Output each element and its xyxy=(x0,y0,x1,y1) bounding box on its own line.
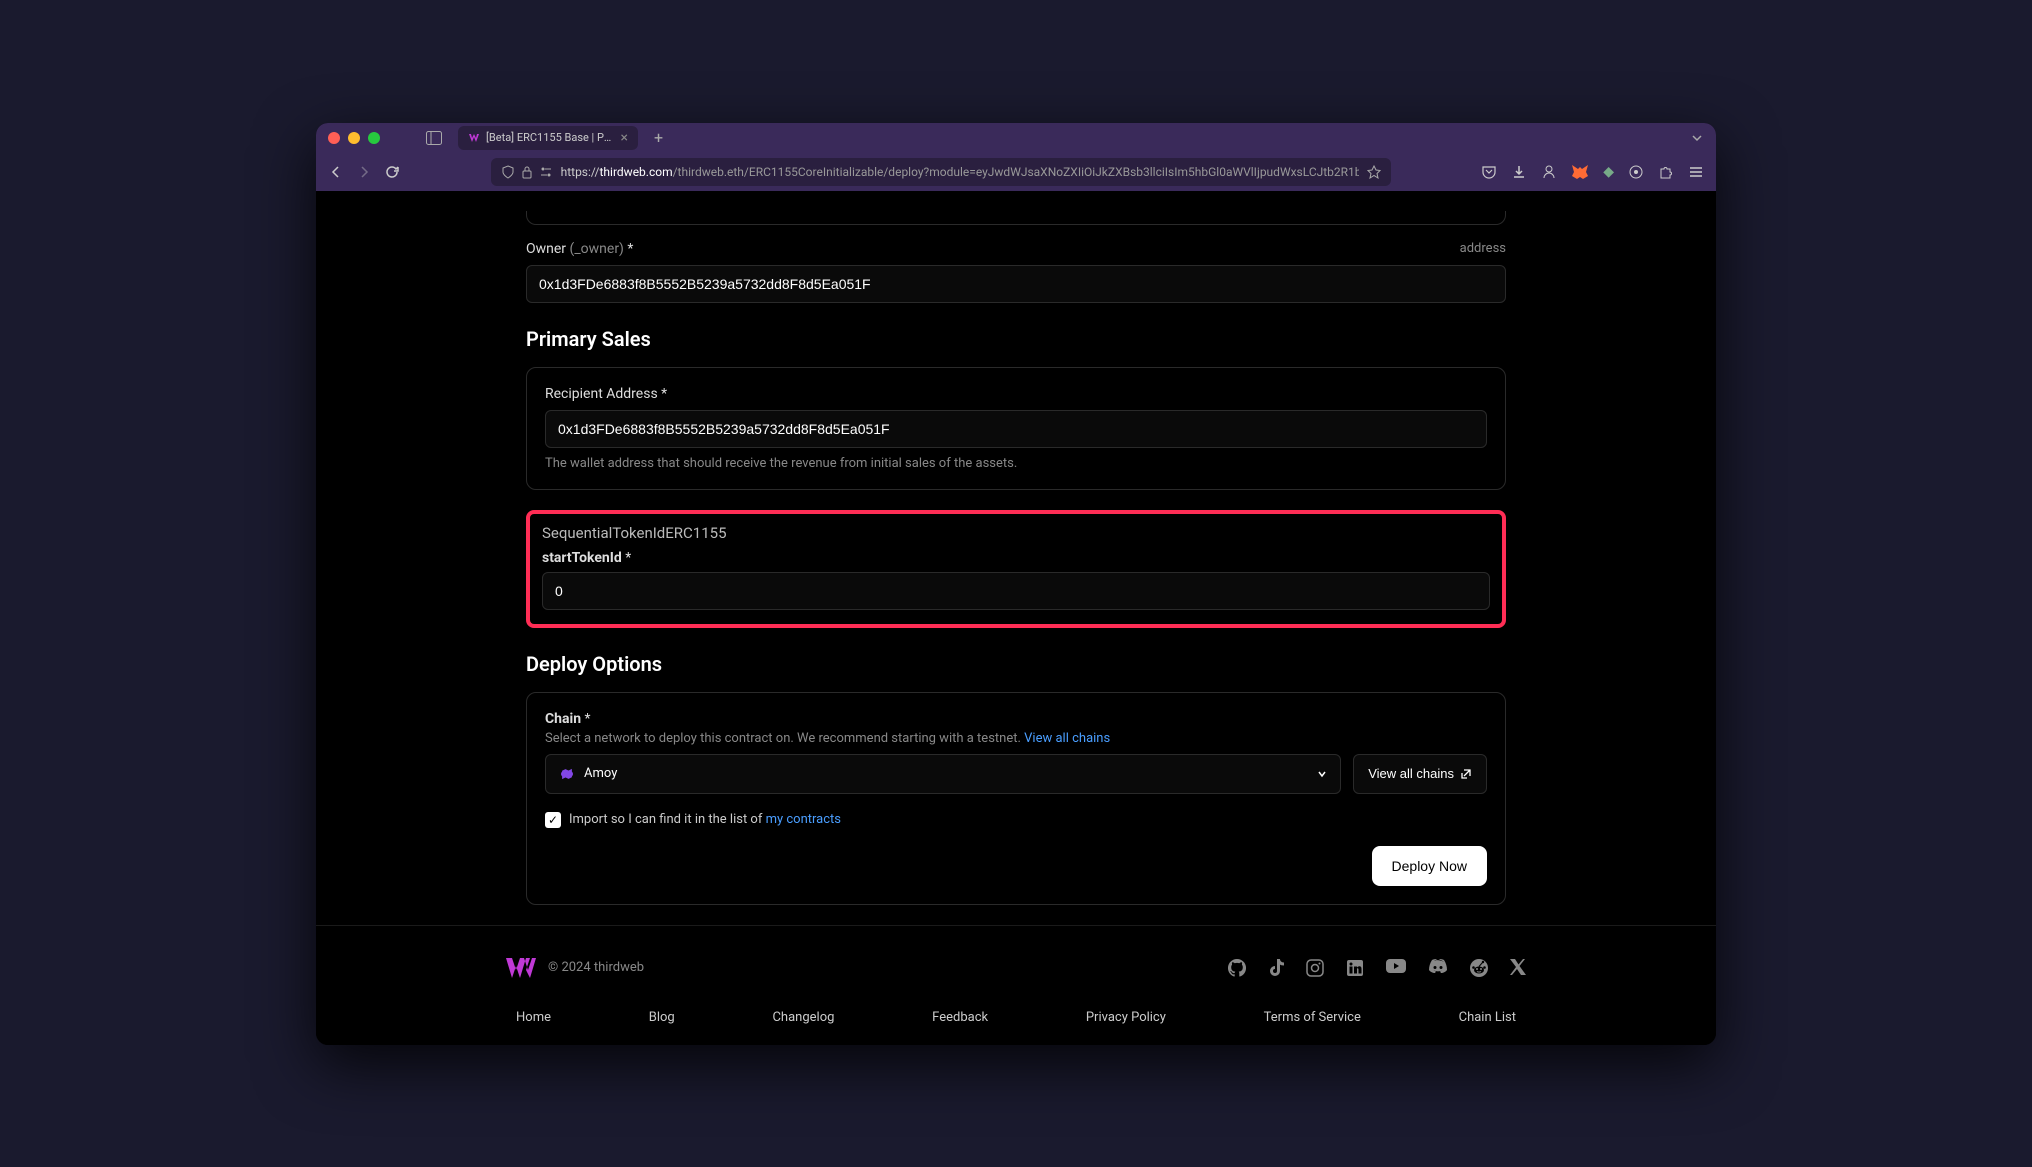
view-all-chains-button[interactable]: View all chains xyxy=(1353,754,1487,794)
view-all-chains-link[interactable]: View all chains xyxy=(1024,731,1110,746)
chain-value: Amoy xyxy=(584,766,617,781)
my-contracts-link[interactable]: my contracts xyxy=(766,812,841,827)
new-tab-button[interactable]: + xyxy=(654,128,663,147)
menu-icon[interactable] xyxy=(1688,164,1704,180)
footer-link-feedback[interactable]: Feedback xyxy=(932,1010,988,1025)
owner-label: Owner (_owner) * xyxy=(526,241,633,257)
account-icon[interactable] xyxy=(1541,164,1557,180)
owner-type-hint: address xyxy=(1460,241,1506,256)
traffic-lights xyxy=(328,132,380,144)
deploy-options-box: Chain * Select a network to deploy this … xyxy=(526,692,1506,905)
page-content: Owner (_owner) * address Primary Sales R… xyxy=(316,191,1716,1045)
bookmark-icon[interactable] xyxy=(1367,165,1381,179)
youtube-icon[interactable] xyxy=(1386,959,1406,977)
forward-button[interactable] xyxy=(356,164,372,180)
copyright-text: © 2024 thirdweb xyxy=(548,960,644,975)
primary-sales-title: Primary Sales xyxy=(526,327,1506,351)
chain-label: Chain * xyxy=(545,711,591,727)
footer-links: Home Blog Changelog Feedback Privacy Pol… xyxy=(506,1010,1526,1035)
footer-link-terms[interactable]: Terms of Service xyxy=(1264,1010,1361,1025)
primary-sales-box: Recipient Address * The wallet address t… xyxy=(526,367,1506,490)
recipient-input[interactable] xyxy=(545,410,1487,448)
start-token-label: startTokenId * xyxy=(542,550,631,566)
partial-box-top xyxy=(526,211,1506,225)
footer-link-changelog[interactable]: Changelog xyxy=(772,1010,834,1025)
deploy-now-button[interactable]: Deploy Now xyxy=(1372,846,1487,886)
footer-link-chainlist[interactable]: Chain List xyxy=(1459,1010,1516,1025)
instagram-icon[interactable] xyxy=(1306,959,1324,977)
chain-icon xyxy=(558,765,576,783)
footer-link-privacy[interactable]: Privacy Policy xyxy=(1086,1010,1166,1025)
thirdweb-logo-icon xyxy=(506,956,536,980)
extension-icon-2[interactable] xyxy=(1628,164,1644,180)
titlebar: [Beta] ERC1155 Base | Publishe × + xyxy=(316,123,1716,153)
import-label: Import so I can find it in the list of m… xyxy=(569,812,841,827)
minimize-window-button[interactable] xyxy=(348,132,360,144)
tiktok-icon[interactable] xyxy=(1268,959,1284,977)
tab-title: [Beta] ERC1155 Base | Publishe xyxy=(486,131,615,144)
browser-tab[interactable]: [Beta] ERC1155 Base | Publishe × xyxy=(458,126,638,150)
github-icon[interactable] xyxy=(1228,959,1246,977)
chain-select[interactable]: Amoy xyxy=(545,754,1341,794)
import-checkbox-row[interactable]: ✓ Import so I can find it in the list of… xyxy=(545,812,1487,828)
chain-help: Select a network to deploy this contract… xyxy=(545,731,1487,746)
maximize-window-button[interactable] xyxy=(368,132,380,144)
reddit-icon[interactable] xyxy=(1470,959,1488,977)
deploy-options-title: Deploy Options xyxy=(526,652,1506,676)
external-link-icon xyxy=(1460,768,1472,780)
shield-icon xyxy=(501,165,515,179)
pocket-icon[interactable] xyxy=(1481,164,1497,180)
puzzle-icon[interactable] xyxy=(1658,164,1674,180)
owner-field: Owner (_owner) * address xyxy=(526,241,1506,303)
url-text: https://thirdweb.com/thirdweb.eth/ERC115… xyxy=(561,165,1359,179)
import-checkbox[interactable]: ✓ xyxy=(545,812,561,828)
sidebar-toggle-icon[interactable] xyxy=(426,131,442,145)
recipient-label: Recipient Address * xyxy=(545,386,667,402)
start-token-input[interactable] xyxy=(542,572,1490,610)
chevron-down-icon xyxy=(1316,768,1328,780)
download-icon[interactable] xyxy=(1511,164,1527,180)
extension-icon-1[interactable]: ◆ xyxy=(1603,164,1614,180)
linkedin-icon[interactable] xyxy=(1346,959,1364,977)
social-icons xyxy=(1228,959,1526,977)
sequential-token-section: SequentialTokenIdERC1155 startTokenId * xyxy=(526,510,1506,628)
x-twitter-icon[interactable] xyxy=(1510,959,1526,977)
tabs-dropdown-icon[interactable] xyxy=(1690,131,1704,145)
footer-link-home[interactable]: Home xyxy=(516,1010,551,1025)
browser-window: [Beta] ERC1155 Base | Publishe × + https… xyxy=(316,123,1716,1045)
tab-close-icon[interactable]: × xyxy=(621,130,628,146)
reload-button[interactable] xyxy=(384,164,400,180)
recipient-help: The wallet address that should receive t… xyxy=(545,456,1487,471)
sequential-title: SequentialTokenIdERC1155 xyxy=(542,524,1490,542)
footer-link-blog[interactable]: Blog xyxy=(649,1010,675,1025)
settings-toggle-icon xyxy=(539,165,553,179)
toolbar: https://thirdweb.com/thirdweb.eth/ERC115… xyxy=(316,153,1716,191)
discord-icon[interactable] xyxy=(1428,959,1448,977)
metamask-icon[interactable] xyxy=(1571,164,1589,180)
lock-icon xyxy=(521,165,533,179)
tab-favicon-icon xyxy=(468,132,480,144)
close-window-button[interactable] xyxy=(328,132,340,144)
back-button[interactable] xyxy=(328,164,344,180)
url-bar[interactable]: https://thirdweb.com/thirdweb.eth/ERC115… xyxy=(491,158,1391,186)
footer: © 2024 thirdweb Home Blog xyxy=(316,925,1716,1045)
owner-input[interactable] xyxy=(526,265,1506,303)
